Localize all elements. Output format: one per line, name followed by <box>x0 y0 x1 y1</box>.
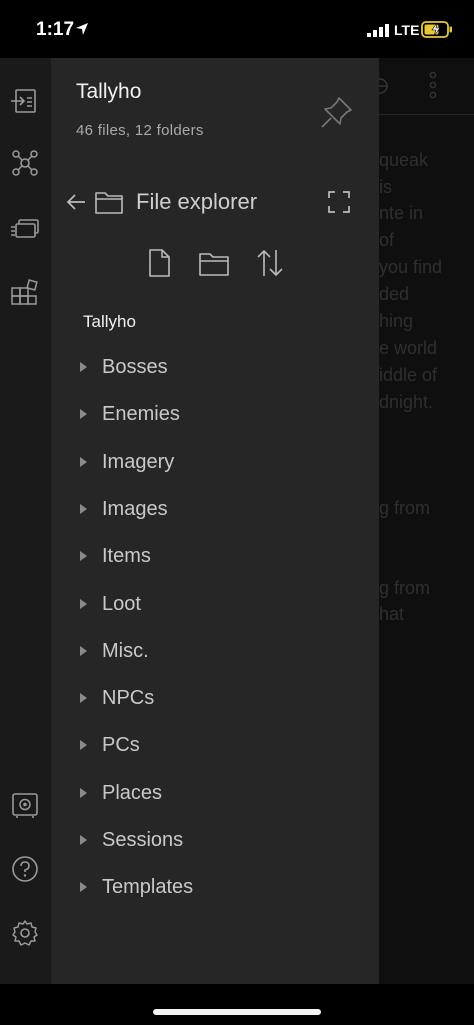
folder-icon <box>95 192 123 214</box>
folder-item[interactable]: NPCs <box>51 679 379 719</box>
folder-item[interactable]: Bosses <box>51 348 379 388</box>
battery-charging-icon <box>421 21 452 38</box>
folder-item[interactable]: Places <box>51 774 379 814</box>
vault-stats: 46 files, 12 folders <box>76 122 204 139</box>
folder-item[interactable]: Enemies <box>51 395 379 435</box>
collapse-caret-icon[interactable] <box>80 788 87 798</box>
folder-label: Misc. <box>102 640 149 662</box>
folder-label: Items <box>102 545 151 567</box>
note-text-line: g from <box>379 498 431 518</box>
collapse-caret-icon[interactable] <box>80 835 87 845</box>
pin-icon[interactable] <box>319 94 355 130</box>
vault-title[interactable]: Tallyho <box>76 80 141 104</box>
collapse-caret-icon[interactable] <box>80 740 87 750</box>
new-folder-icon[interactable] <box>198 248 230 278</box>
collapse-caret-icon[interactable] <box>80 409 87 419</box>
collapse-caret-icon[interactable] <box>80 693 87 703</box>
back-arrow-icon[interactable] <box>65 190 87 214</box>
community-plugins-icon[interactable] <box>10 278 40 308</box>
settings-icon[interactable] <box>10 918 40 948</box>
folder-label: Images <box>102 498 168 520</box>
left-ribbon <box>0 58 51 984</box>
graph-view-icon[interactable] <box>10 148 40 178</box>
signal-bars-icon <box>367 24 389 37</box>
folder-item[interactable]: Misc. <box>51 632 379 672</box>
note-text-line: nte in <box>379 203 424 223</box>
note-text-line: queak <box>379 150 429 170</box>
folder-item[interactable]: Imagery <box>51 443 379 483</box>
note-text-line: g from <box>379 578 431 598</box>
note-text-line: iddle of <box>379 365 438 385</box>
left-drawer: Tallyho 46 files, 12 folders File explor… <box>51 58 379 984</box>
expand-icon[interactable] <box>327 190 351 214</box>
folder-label: Templates <box>102 876 194 898</box>
file-explorer-header: File explorer <box>65 188 365 218</box>
bottom-safe-area <box>0 984 474 1025</box>
folder-item[interactable]: Loot <box>51 585 379 625</box>
folder-item[interactable]: Sessions <box>51 821 379 861</box>
location-arrow-icon <box>76 23 88 35</box>
folder-label: Bosses <box>102 356 168 378</box>
folder-item[interactable]: Templates <box>51 868 379 908</box>
note-text-line: e world <box>379 338 438 358</box>
collapse-caret-icon[interactable] <box>80 599 87 609</box>
vault-root-label[interactable]: Tallyho <box>83 312 136 332</box>
link-icon <box>379 78 388 94</box>
folder-item[interactable]: PCs <box>51 726 379 766</box>
new-note-icon[interactable] <box>146 248 172 278</box>
open-quick-switcher-icon[interactable] <box>10 86 40 116</box>
folder-label: Loot <box>102 593 141 615</box>
help-icon[interactable] <box>10 854 40 884</box>
collapse-caret-icon[interactable] <box>80 504 87 514</box>
collapse-caret-icon[interactable] <box>80 362 87 372</box>
file-explorer-title: File explorer <box>136 189 258 214</box>
more-options-icon <box>429 71 437 99</box>
collapse-caret-icon[interactable] <box>80 882 87 892</box>
note-text-line: you find <box>379 257 443 277</box>
background-note: queak is nte in of you find ded hing e w… <box>379 58 474 984</box>
collapse-caret-icon[interactable] <box>80 646 87 656</box>
note-text-line: ded <box>379 284 410 304</box>
folder-label: PCs <box>102 734 140 756</box>
folder-label: Sessions <box>102 829 184 851</box>
folder-label: Imagery <box>102 451 175 473</box>
note-header <box>379 58 474 115</box>
collapse-caret-icon[interactable] <box>80 551 87 561</box>
network-label: LTE <box>394 22 420 38</box>
note-text-line: hing <box>379 311 414 331</box>
folder-label: Places <box>102 782 163 804</box>
note-text-line: of <box>379 230 395 250</box>
folder-item[interactable]: Items <box>51 537 379 577</box>
slides-icon[interactable] <box>10 214 40 244</box>
status-bar: 1:17 LTE <box>0 0 474 58</box>
folder-label: Enemies <box>102 403 180 425</box>
status-time: 1:17 <box>36 19 75 40</box>
vault-icon[interactable] <box>10 790 40 820</box>
note-text-line: dnight. <box>379 392 434 412</box>
sort-icon[interactable] <box>256 248 284 278</box>
file-actions <box>146 248 296 278</box>
folder-item[interactable]: Images <box>51 490 379 530</box>
note-text-line: is <box>379 177 392 197</box>
folder-label: NPCs <box>102 687 155 709</box>
note-text-line: hat <box>379 604 405 624</box>
home-indicator[interactable] <box>153 1009 321 1015</box>
collapse-caret-icon[interactable] <box>80 457 87 467</box>
